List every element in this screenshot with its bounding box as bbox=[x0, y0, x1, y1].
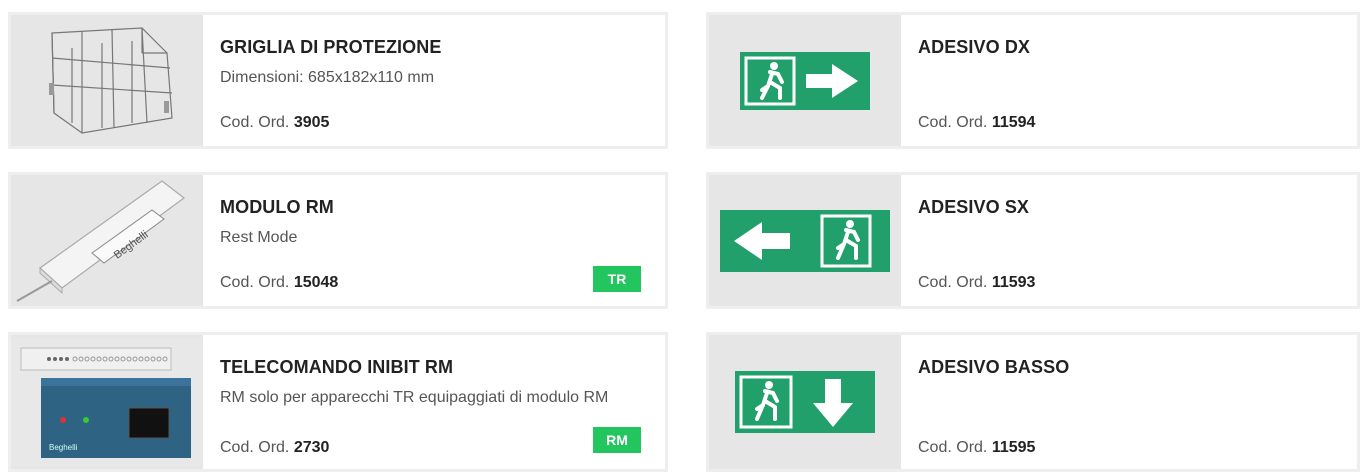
order-code: Cod. Ord. 2730 bbox=[220, 439, 329, 457]
order-code-label: Cod. Ord. bbox=[918, 114, 988, 131]
order-code-label: Cod. Ord. bbox=[220, 114, 290, 131]
order-code-value: 3905 bbox=[293, 114, 330, 131]
product-image-remote: Beghelli bbox=[11, 335, 203, 469]
order-code: Cod. Ord. 11595 bbox=[918, 439, 1035, 457]
order-code-value: 11595 bbox=[991, 439, 1036, 456]
order-code-value: 11594 bbox=[991, 114, 1036, 131]
order-code: Cod. Ord. 11593 bbox=[918, 274, 1035, 292]
order-code-label: Cod. Ord. bbox=[220, 274, 290, 291]
product-title[interactable]: ADESIVO SX bbox=[918, 197, 1029, 218]
product-title[interactable]: ADESIVO DX bbox=[918, 37, 1030, 58]
product-card-adesivo-dx[interactable]: ADESIVO DX Cod. Ord. 11594 bbox=[706, 12, 1360, 149]
order-code-value: 11593 bbox=[991, 274, 1036, 291]
product-image-sticker-down bbox=[709, 335, 901, 469]
product-info: GRIGLIA DI PROTEZIONE Dimensioni: 685x18… bbox=[206, 15, 665, 146]
rest-mode-module-icon: Beghelli bbox=[16, 180, 185, 302]
remote-control-icon: Beghelli bbox=[11, 338, 203, 466]
exit-sign-down-icon bbox=[735, 371, 875, 433]
product-card-modulo-rm[interactable]: Beghelli MODULO RM Rest Mode Cod. Ord. 1… bbox=[8, 172, 668, 309]
brand-label: Beghelli bbox=[49, 443, 78, 452]
order-code-value: 2730 bbox=[293, 439, 330, 456]
order-code-label: Cod. Ord. bbox=[220, 439, 290, 456]
product-card-griglia[interactable]: GRIGLIA DI PROTEZIONE Dimensioni: 685x18… bbox=[8, 12, 668, 149]
product-title[interactable]: MODULO RM bbox=[220, 197, 334, 218]
product-image-module: Beghelli bbox=[11, 175, 203, 306]
exit-sign-right-icon bbox=[740, 51, 870, 110]
order-code: Cod. Ord. 15048 bbox=[220, 274, 338, 292]
order-code: Cod. Ord. 11594 bbox=[918, 114, 1035, 132]
order-code: Cod. Ord. 3905 bbox=[220, 114, 329, 132]
product-info: TELECOMANDO INIBIT RM RM solo per appare… bbox=[206, 335, 665, 469]
product-title[interactable]: TELECOMANDO INIBIT RM bbox=[220, 357, 453, 378]
product-title[interactable]: GRIGLIA DI PROTEZIONE bbox=[220, 37, 441, 58]
product-info: ADESIVO DX Cod. Ord. 11594 bbox=[904, 15, 1357, 146]
product-description: Dimensioni: 685x182x110 mm bbox=[220, 69, 435, 86]
product-image-sticker-right bbox=[709, 15, 901, 146]
product-badge: TR bbox=[593, 266, 641, 292]
product-card-adesivo-sx[interactable]: ADESIVO SX Cod. Ord. 11593 bbox=[706, 172, 1360, 309]
exit-sign-left-icon bbox=[720, 209, 890, 272]
product-info: ADESIVO BASSO Cod. Ord. 11595 bbox=[904, 335, 1357, 469]
product-card-telecomando[interactable]: Beghelli TELECOMANDO INIBIT RM RM solo p… bbox=[8, 332, 668, 472]
product-info: ADESIVO SX Cod. Ord. 11593 bbox=[904, 175, 1357, 306]
protection-grid-icon bbox=[49, 27, 173, 134]
product-title[interactable]: ADESIVO BASSO bbox=[918, 357, 1069, 378]
product-info: MODULO RM Rest Mode Cod. Ord. 15048 TR bbox=[206, 175, 665, 306]
product-description: RM solo per apparecchi TR equipaggiati d… bbox=[220, 389, 609, 406]
product-image-grid bbox=[11, 15, 203, 146]
product-card-adesivo-basso[interactable]: ADESIVO BASSO Cod. Ord. 11595 bbox=[706, 332, 1360, 472]
order-code-label: Cod. Ord. bbox=[918, 439, 988, 456]
order-code-label: Cod. Ord. bbox=[918, 274, 988, 291]
order-code-value: 15048 bbox=[293, 274, 339, 291]
product-description: Rest Mode bbox=[220, 229, 298, 246]
product-image-sticker-left bbox=[709, 175, 901, 306]
product-badge: RM bbox=[593, 427, 641, 453]
